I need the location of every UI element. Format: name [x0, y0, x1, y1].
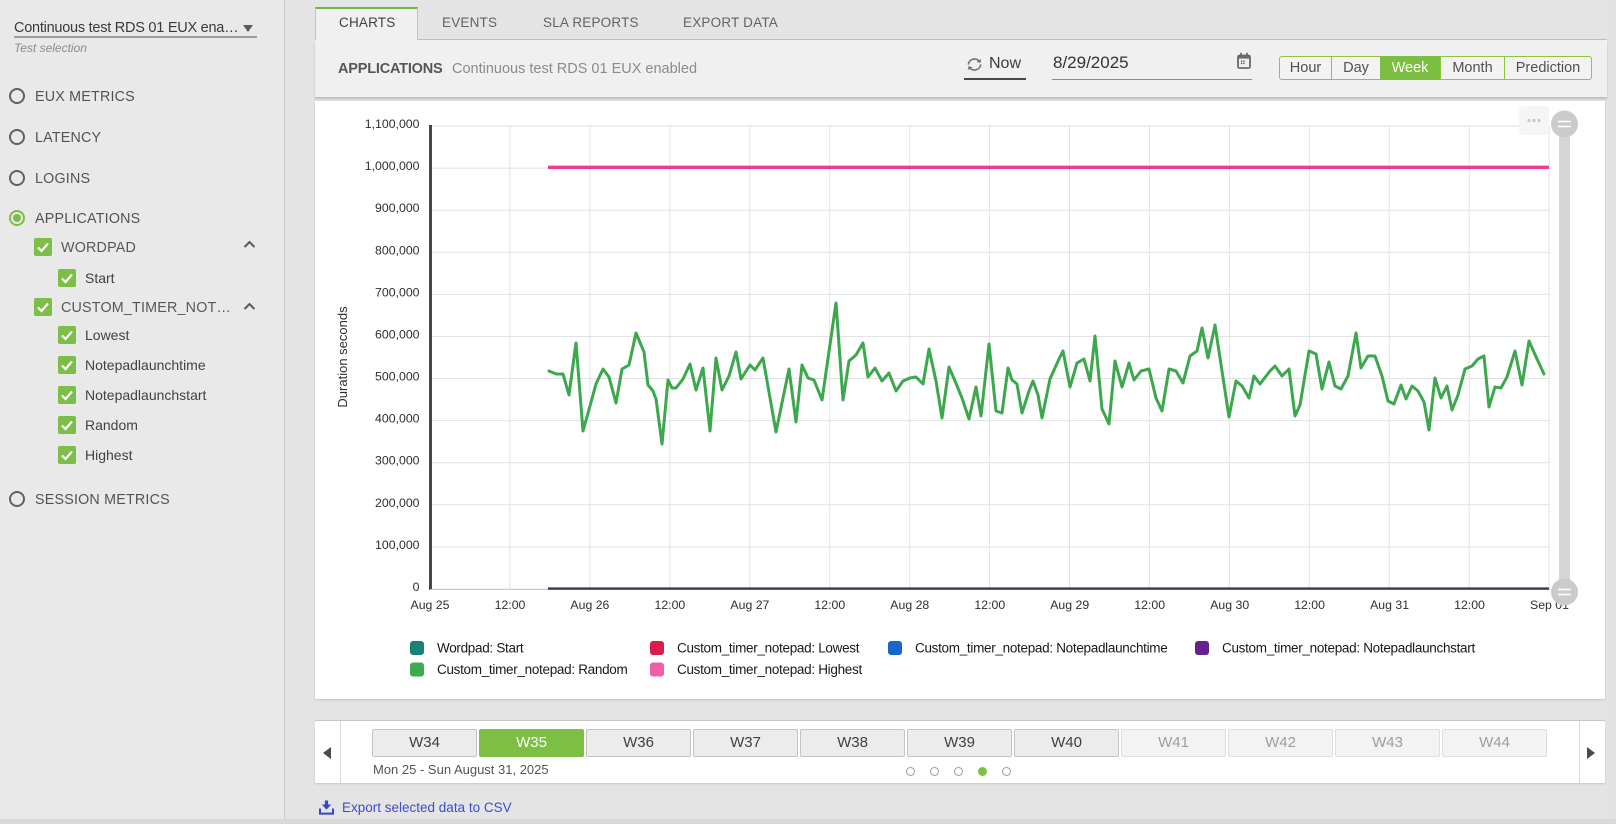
svg-text:Duration seconds: Duration seconds	[335, 306, 350, 408]
svg-text:300,000: 300,000	[375, 454, 420, 468]
svg-text:12:00: 12:00	[1134, 598, 1165, 612]
svg-text:12:00: 12:00	[495, 598, 526, 612]
svg-text:Aug 28: Aug 28	[890, 598, 929, 612]
svg-text:12:00: 12:00	[814, 598, 845, 612]
svg-text:200,000: 200,000	[375, 496, 420, 510]
svg-text:1,100,000: 1,100,000	[365, 117, 420, 131]
svg-text:Aug 30: Aug 30	[1210, 598, 1249, 612]
svg-text:500,000: 500,000	[375, 370, 420, 384]
svg-text:12:00: 12:00	[655, 598, 686, 612]
svg-text:Aug 26: Aug 26	[570, 598, 609, 612]
svg-text:Custom_timer_notepad: Notepadl: Custom_timer_notepad: Notepadlaunchstart	[1222, 641, 1475, 656]
svg-text:Custom_timer_notepad: Notepadl: Custom_timer_notepad: Notepadlaunchtime	[915, 641, 1167, 656]
svg-text:Aug 25: Aug 25	[411, 598, 450, 612]
svg-text:700,000: 700,000	[375, 285, 420, 299]
svg-text:12:00: 12:00	[1454, 598, 1485, 612]
svg-text:1,000,000: 1,000,000	[365, 159, 420, 173]
svg-text:100,000: 100,000	[375, 538, 420, 552]
svg-text:12:00: 12:00	[1294, 598, 1325, 612]
svg-text:Custom_timer_notepad: Lowest: Custom_timer_notepad: Lowest	[677, 641, 860, 656]
svg-text:900,000: 900,000	[375, 201, 420, 215]
svg-text:Custom_timer_notepad: Highest: Custom_timer_notepad: Highest	[677, 662, 862, 677]
svg-text:400,000: 400,000	[375, 412, 420, 426]
svg-text:Aug 27: Aug 27	[730, 598, 769, 612]
svg-text:600,000: 600,000	[375, 328, 420, 342]
svg-text:800,000: 800,000	[375, 243, 420, 257]
svg-text:Custom_timer_notepad: Random: Custom_timer_notepad: Random	[437, 662, 628, 677]
svg-text:12:00: 12:00	[974, 598, 1005, 612]
svg-text:0: 0	[413, 580, 420, 594]
svg-text:Aug 31: Aug 31	[1370, 598, 1409, 612]
svg-text:Aug 29: Aug 29	[1050, 598, 1089, 612]
svg-text:Wordpad: Start: Wordpad: Start	[437, 641, 524, 656]
